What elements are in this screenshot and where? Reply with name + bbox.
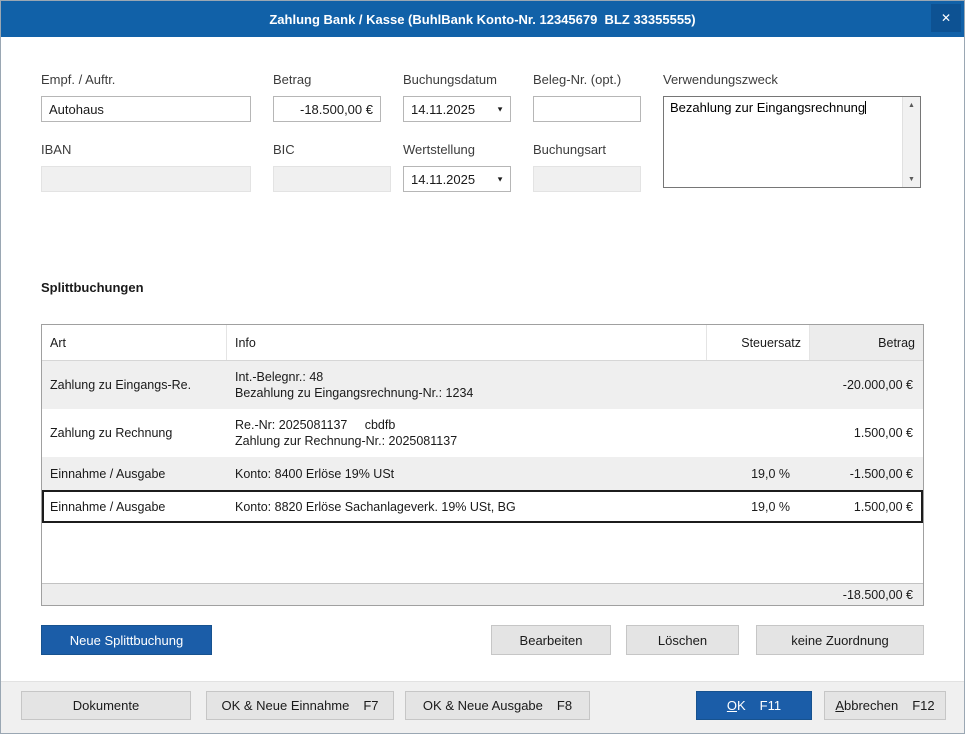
ok-label-accel: O	[726, 698, 737, 713]
verwendungszweck-label: Verwendungszweck	[663, 72, 778, 87]
row-betrag: -20.000,00 €	[842, 378, 913, 392]
column-header-info[interactable]: Info	[227, 325, 707, 360]
row-betrag: -1.500,00 €	[849, 466, 913, 481]
table-row[interactable]: Zahlung zu Eingangs-Re. Int.-Belegnr.: 4…	[42, 361, 923, 409]
abbrechen-button[interactable]: Abbrechen F12	[824, 691, 946, 720]
loeschen-button[interactable]: Löschen	[626, 625, 739, 655]
split-total: -18.500,00 €	[842, 587, 913, 602]
row-betrag: 1.500,00 €	[853, 499, 913, 514]
table-row[interactable]: Zahlung zu Rechnung Re.-Nr: 2025081137 c…	[42, 409, 923, 457]
table-header: Art Info Steuersatz Betrag	[42, 325, 923, 361]
bic-input	[273, 166, 391, 192]
ok-neue-einnahme-fkey: F7	[363, 698, 379, 713]
chevron-down-icon: ▼	[496, 104, 504, 114]
iban-input	[41, 166, 251, 192]
keine-zuordnung-button[interactable]: keine Zuordnung	[756, 625, 924, 655]
wertstellung-value: 14.11.2025	[411, 171, 476, 187]
empfaenger-label: Empf. / Auftr.	[41, 72, 116, 87]
row-steuersatz	[707, 361, 810, 409]
table-row-selected[interactable]: Einnahme / Ausgabe Konto: 8820 Erlöse Sa…	[42, 490, 923, 523]
wertstellung-select[interactable]: 14.11.2025 ▼	[403, 166, 511, 192]
row-art: Einnahme / Ausgabe	[50, 499, 166, 514]
neue-splittbuchung-label: Neue Splittbuchung	[69, 632, 184, 648]
row-info: Re.-Nr: 2025081137 cbdfb Zahlung zur Rec…	[227, 409, 707, 457]
wertstellung-label: Wertstellung	[403, 142, 476, 157]
table-row[interactable]: Einnahme / Ausgabe Konto: 8400 Erlöse 19…	[42, 457, 923, 490]
row-steuersatz: 19,0 %	[751, 466, 790, 481]
row-art: Einnahme / Ausgabe	[50, 466, 166, 481]
buchungsdatum-label: Buchungsdatum	[403, 72, 497, 87]
row-steuersatz: 19,0 %	[751, 499, 790, 514]
row-steuersatz	[707, 409, 810, 457]
scrollbar-track[interactable]	[903, 113, 920, 171]
payment-dialog: Zahlung Bank / Kasse (BuhlBank Konto-Nr.…	[0, 0, 965, 734]
buchungsart-label: Buchungsart	[533, 142, 606, 157]
close-icon: ✕	[940, 11, 952, 25]
table-empty-area	[42, 523, 923, 583]
titlebar[interactable]: Zahlung Bank / Kasse (BuhlBank Konto-Nr.…	[1, 1, 964, 37]
beleg-nr-input[interactable]	[533, 96, 641, 122]
iban-label: IBAN	[41, 142, 72, 157]
abbrechen-label-rest: bbrechen	[844, 698, 899, 713]
ok-button[interactable]: OK F11	[696, 691, 812, 720]
beleg-nr-label: Beleg-Nr. (opt.)	[533, 72, 622, 87]
ok-label-rest: K	[737, 698, 746, 713]
verwendungszweck-field[interactable]: Bezahlung zur Eingangsrechnung ▲ ▼	[663, 96, 921, 188]
row-art: Zahlung zu Rechnung	[50, 426, 173, 440]
row-info-line1: Konto: 8400 Erlöse 19% USt	[235, 466, 395, 481]
ok-neue-ausgabe-fkey: F8	[556, 698, 573, 713]
dokumente-label: Dokumente	[72, 698, 140, 713]
dialog-title: Zahlung Bank / Kasse (BuhlBank Konto-Nr.…	[269, 11, 696, 27]
row-info: Konto: 8820 Erlöse Sachanlageverk. 19% U…	[227, 490, 707, 523]
column-header-art[interactable]: Art	[42, 325, 227, 360]
bic-label: BIC	[273, 142, 295, 157]
betrag-input[interactable]	[273, 96, 381, 122]
row-art: Zahlung zu Eingangs-Re.	[50, 378, 192, 392]
close-button[interactable]: ✕	[931, 4, 961, 32]
verwendungszweck-textbox[interactable]: Bezahlung zur Eingangsrechnung	[664, 97, 902, 187]
ok-neue-ausgabe-button[interactable]: OK & Neue Ausgabe F8	[405, 691, 590, 720]
loeschen-label: Löschen	[657, 632, 708, 648]
footer-bar: Dokumente OK & Neue Einnahme F7 OK & Neu…	[1, 681, 964, 733]
text-caret	[865, 101, 867, 114]
ok-neue-ausgabe-label: OK & Neue Ausgabe	[422, 698, 543, 713]
row-betrag: 1.500,00 €	[853, 426, 913, 440]
dokumente-button[interactable]: Dokumente	[21, 691, 191, 720]
buchungsdatum-select[interactable]: 14.11.2025 ▼	[403, 96, 511, 122]
table-total-row: -18.500,00 €	[42, 583, 923, 605]
ok-neue-einnahme-button[interactable]: OK & Neue Einnahme F7	[206, 691, 394, 720]
betrag-label: Betrag	[273, 72, 312, 87]
bearbeiten-button[interactable]: Bearbeiten	[491, 625, 611, 655]
row-info: Konto: 8400 Erlöse 19% USt	[227, 457, 707, 490]
bearbeiten-label: Bearbeiten	[519, 632, 583, 648]
buchungsart-input	[533, 166, 641, 192]
abbrechen-label-accel: A	[835, 698, 845, 713]
keine-zuordnung-label: keine Zuordnung	[791, 632, 889, 648]
ok-fkey: F11	[759, 698, 782, 713]
row-info-line2: Bezahlung zu Eingangsrechnung-Nr.: 1234	[235, 386, 474, 400]
empfaenger-input[interactable]	[41, 96, 251, 122]
row-info-line2: Zahlung zur Rechnung-Nr.: 2025081137	[235, 434, 458, 448]
row-info-line1: Konto: 8820 Erlöse Sachanlageverk. 19% U…	[235, 499, 516, 514]
row-info: Int.-Belegnr.: 48 Bezahlung zu Eingangsr…	[227, 361, 707, 409]
ok-neue-einnahme-label: OK & Neue Einnahme	[221, 698, 350, 713]
verwendungszweck-text: Bezahlung zur Eingangsrechnung	[670, 100, 866, 115]
splittbuchungen-table: Art Info Steuersatz Betrag Zahlung zu Ei…	[41, 324, 924, 606]
chevron-down-icon: ▼	[496, 174, 504, 184]
column-header-betrag[interactable]: Betrag	[810, 325, 923, 360]
abbrechen-fkey: F12	[912, 698, 935, 713]
scroll-down-icon[interactable]: ▼	[903, 171, 920, 187]
buchungsdatum-value: 14.11.2025	[411, 101, 476, 117]
textarea-scrollbar[interactable]: ▲ ▼	[902, 97, 920, 187]
column-header-steuersatz[interactable]: Steuersatz	[707, 325, 810, 360]
scroll-up-icon[interactable]: ▲	[903, 97, 920, 113]
row-info-line1: Int.-Belegnr.: 48	[235, 370, 324, 384]
splittbuchungen-heading: Splittbuchungen	[41, 280, 144, 295]
row-info-line1: Re.-Nr: 2025081137 cbdfb	[235, 418, 396, 432]
neue-splittbuchung-button[interactable]: Neue Splittbuchung	[41, 625, 212, 655]
